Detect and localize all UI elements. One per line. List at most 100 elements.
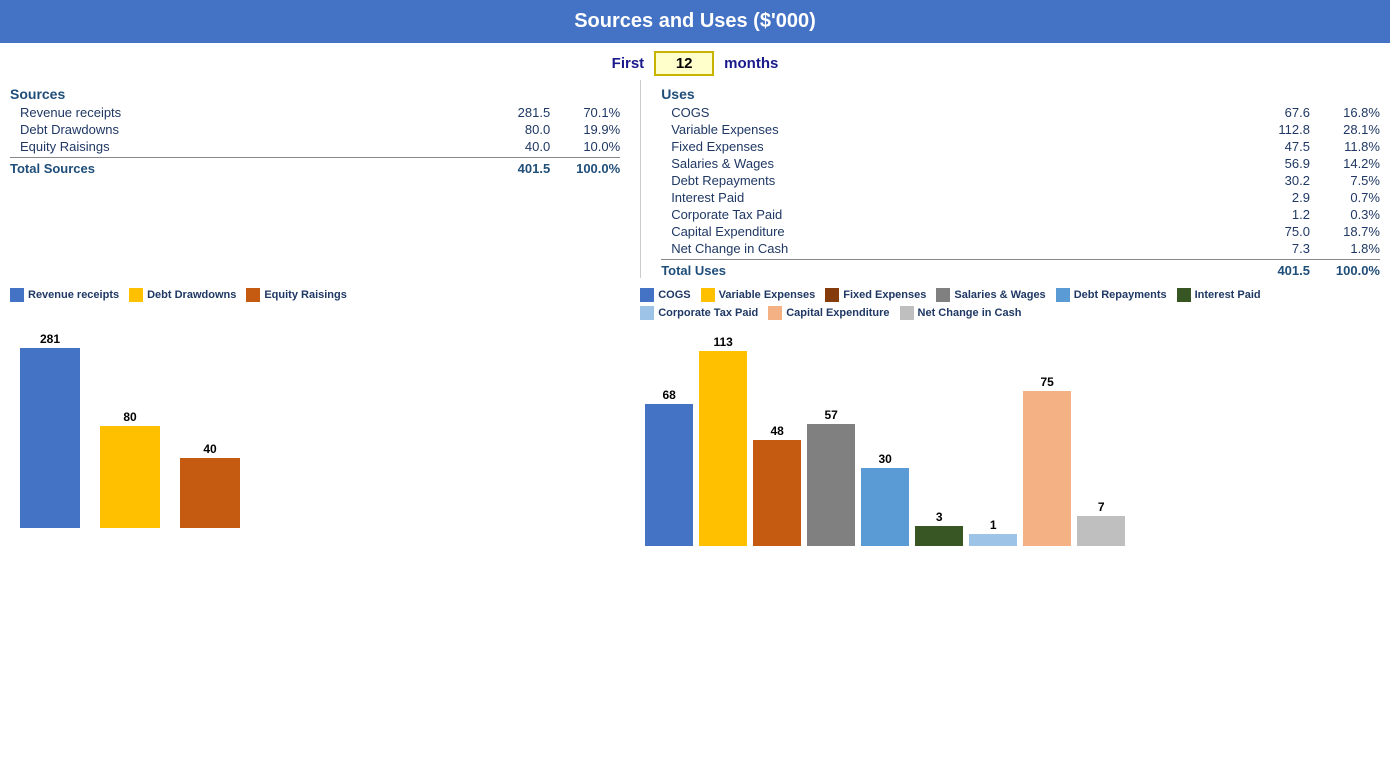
row-value: 47.5: [1240, 139, 1310, 154]
bar-value: 113: [714, 335, 733, 349]
bar-value: 30: [879, 452, 892, 466]
row-label: Debt Drawdowns: [10, 122, 480, 137]
table-row: Fixed Expenses 47.5 11.8%: [661, 138, 1380, 155]
legend-label: Debt Drawdowns: [147, 289, 236, 301]
bar: [1023, 391, 1071, 546]
bar-group: 3: [915, 510, 963, 546]
bar-group: 68: [645, 388, 693, 546]
legend-label: Net Change in Cash: [918, 307, 1022, 319]
legend-color: [1177, 288, 1191, 302]
row-value: 2.9: [1240, 190, 1310, 205]
table-row: Debt Repayments 30.2 7.5%: [661, 172, 1380, 189]
left-chart: Revenue receipts Debt Drawdowns Equity Rai…: [10, 288, 640, 546]
bar-value: 48: [771, 424, 784, 438]
bar-group: 40: [180, 442, 240, 528]
uses-total-pct: 100.0%: [1310, 263, 1380, 278]
bar: [915, 526, 963, 546]
table-row: Capital Expenditure 75.0 18.7%: [661, 223, 1380, 240]
legend-label: Capital Expenditure: [786, 307, 889, 319]
row-value: 112.8: [1240, 122, 1310, 137]
legend-color: [825, 288, 839, 302]
table-section: Sources Revenue receipts 281.5 70.1% Deb…: [0, 80, 1390, 278]
left-bars: 281 80 40: [10, 308, 640, 528]
bar: [645, 404, 693, 546]
row-value: 281.5: [480, 105, 550, 120]
legend-item: Fixed Expenses: [825, 288, 926, 302]
legend-item: Interest Paid: [1177, 288, 1261, 302]
uses-header: Uses: [661, 86, 1380, 102]
legend-color: [129, 288, 143, 302]
legend-item: Salaries & Wages: [936, 288, 1045, 302]
row-pct: 14.2%: [1310, 156, 1380, 171]
bar-group: 1: [969, 518, 1017, 546]
table-row: Interest Paid 2.9 0.7%: [661, 189, 1380, 206]
row-value: 7.3: [1240, 241, 1310, 256]
uses-rows: COGS 67.6 16.8% Variable Expenses 112.8 …: [661, 104, 1380, 257]
legend-label: Fixed Expenses: [843, 289, 926, 301]
legend-item: COGS: [640, 288, 690, 302]
legend-item: Revenue receipts: [10, 288, 119, 302]
row-pct: 1.8%: [1310, 241, 1380, 256]
sources-total-pct: 100.0%: [550, 161, 620, 176]
legend-color: [768, 306, 782, 320]
legend-label: Debt Repayments: [1074, 289, 1167, 301]
row-label: Capital Expenditure: [661, 224, 1240, 239]
row-pct: 11.8%: [1310, 139, 1380, 154]
row-value: 56.9: [1240, 156, 1310, 171]
bar-group: 113: [699, 335, 747, 546]
uses-panel: Uses COGS 67.6 16.8% Variable Expenses 1…: [640, 80, 1380, 278]
row-label: COGS: [661, 105, 1240, 120]
legend-label: Variable Expenses: [719, 289, 816, 301]
months-label-after: months: [724, 55, 778, 72]
table-row: COGS 67.6 16.8%: [661, 104, 1380, 121]
table-row: Revenue receipts 281.5 70.1%: [10, 104, 620, 121]
right-chart: COGS Variable Expenses Fixed Expenses Salar…: [640, 288, 1380, 546]
row-label: Equity Raisings: [10, 139, 480, 154]
bar: [969, 534, 1017, 546]
table-row: Net Change in Cash 7.3 1.8%: [661, 240, 1380, 257]
row-pct: 0.7%: [1310, 190, 1380, 205]
legend-color: [701, 288, 715, 302]
legend-label: Interest Paid: [1195, 289, 1261, 301]
right-legend: COGS Variable Expenses Fixed Expenses Salar…: [640, 288, 1380, 320]
bar-group: 80: [100, 410, 160, 528]
bar-group: 57: [807, 408, 855, 546]
row-value: 30.2: [1240, 173, 1310, 188]
legend-label: Equity Raisings: [264, 289, 347, 301]
row-label: Corporate Tax Paid: [661, 207, 1240, 222]
bar-group: 30: [861, 452, 909, 546]
bar: [861, 468, 909, 546]
months-input[interactable]: [654, 51, 714, 76]
bar-value: 68: [663, 388, 676, 402]
row-pct: 18.7%: [1310, 224, 1380, 239]
table-row: Equity Raisings 40.0 10.0%: [10, 138, 620, 155]
legend-label: Corporate Tax Paid: [658, 307, 758, 319]
legend-label: Salaries & Wages: [954, 289, 1045, 301]
legend-color: [640, 288, 654, 302]
row-label: Salaries & Wages: [661, 156, 1240, 171]
row-pct: 0.3%: [1310, 207, 1380, 222]
row-value: 1.2: [1240, 207, 1310, 222]
bar-value: 281: [40, 332, 60, 346]
row-label: Variable Expenses: [661, 122, 1240, 137]
row-label: Fixed Expenses: [661, 139, 1240, 154]
bar: [100, 426, 160, 528]
legend-color: [1056, 288, 1070, 302]
left-legend: Revenue receipts Debt Drawdowns Equity Rai…: [10, 288, 640, 302]
bar-value: 80: [123, 410, 136, 424]
bar: [180, 458, 240, 528]
page-title: Sources and Uses ($'000): [0, 0, 1390, 43]
right-bars: 68 113 48 57 30 3 1 75 7: [640, 326, 1380, 546]
months-row: First months: [0, 43, 1390, 80]
bar-value: 7: [1098, 500, 1105, 514]
legend-item: Equity Raisings: [246, 288, 347, 302]
bar: [699, 351, 747, 546]
sources-total-value: 401.5: [480, 161, 550, 176]
charts-section: Revenue receipts Debt Drawdowns Equity Rai…: [0, 278, 1390, 546]
table-row: Debt Drawdowns 80.0 19.9%: [10, 121, 620, 138]
bar-value: 75: [1041, 375, 1054, 389]
row-label: Revenue receipts: [10, 105, 480, 120]
row-label: Net Change in Cash: [661, 241, 1240, 256]
sources-total-row: Total Sources 401.5 100.0%: [10, 157, 620, 176]
row-pct: 19.9%: [550, 122, 620, 137]
